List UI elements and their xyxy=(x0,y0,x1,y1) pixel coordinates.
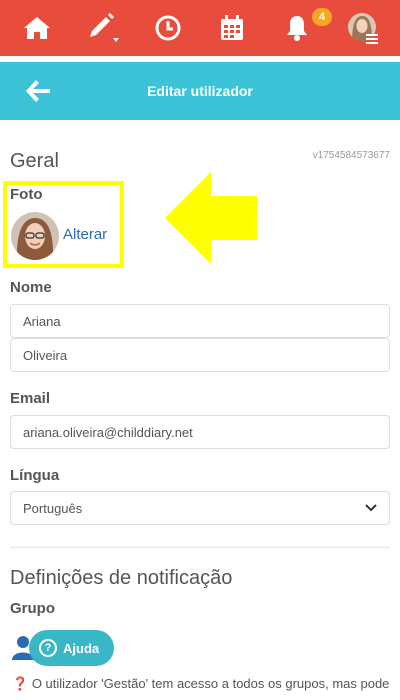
language-label: Língua xyxy=(10,467,60,484)
info-text-content: O utilizador 'Gestão' tem acesso a todos… xyxy=(31,676,390,691)
photo-label: Foto xyxy=(10,186,43,203)
email-label: Email xyxy=(10,390,51,407)
version-text: v1754584573677 xyxy=(312,150,390,161)
info-text: ❓ O utilizador 'Gestão' tem acesso a tod… xyxy=(12,675,392,693)
clock-icon[interactable] xyxy=(150,10,186,46)
home-icon[interactable] xyxy=(19,10,55,46)
page-title: Editar utilizador xyxy=(147,83,253,99)
help-button[interactable]: ? Ajuda xyxy=(29,630,114,666)
bell-icon[interactable] xyxy=(279,10,315,46)
language-select[interactable]: Português xyxy=(10,491,390,525)
calendar-icon[interactable] xyxy=(214,10,250,46)
change-photo-link[interactable]: Alterar xyxy=(63,226,107,243)
edit-icon[interactable] xyxy=(86,10,122,46)
top-nav-bar: 4 xyxy=(0,0,400,56)
chevron-down-icon xyxy=(365,504,377,512)
back-arrow-icon[interactable] xyxy=(24,78,52,104)
info-circle-icon: ❓ xyxy=(12,676,29,691)
first-name-field[interactable] xyxy=(10,304,390,338)
section-title-notifications: Definições de notificação xyxy=(10,567,233,589)
menu-icon[interactable] xyxy=(366,31,378,44)
question-icon: ? xyxy=(39,639,57,657)
group-label: Grupo xyxy=(10,600,55,617)
page-header: Editar utilizador xyxy=(0,62,400,120)
email-field[interactable] xyxy=(10,415,390,449)
name-label: Nome xyxy=(10,279,52,296)
language-select-value: Português xyxy=(23,500,83,516)
notification-badge: 4 xyxy=(312,8,332,26)
help-label: Ajuda xyxy=(63,640,100,656)
last-name-field[interactable] xyxy=(10,338,390,372)
profile-photo xyxy=(11,212,59,260)
divider xyxy=(10,547,390,548)
section-title-general: Geral xyxy=(10,150,59,172)
arrow-pointer-icon xyxy=(165,172,257,264)
